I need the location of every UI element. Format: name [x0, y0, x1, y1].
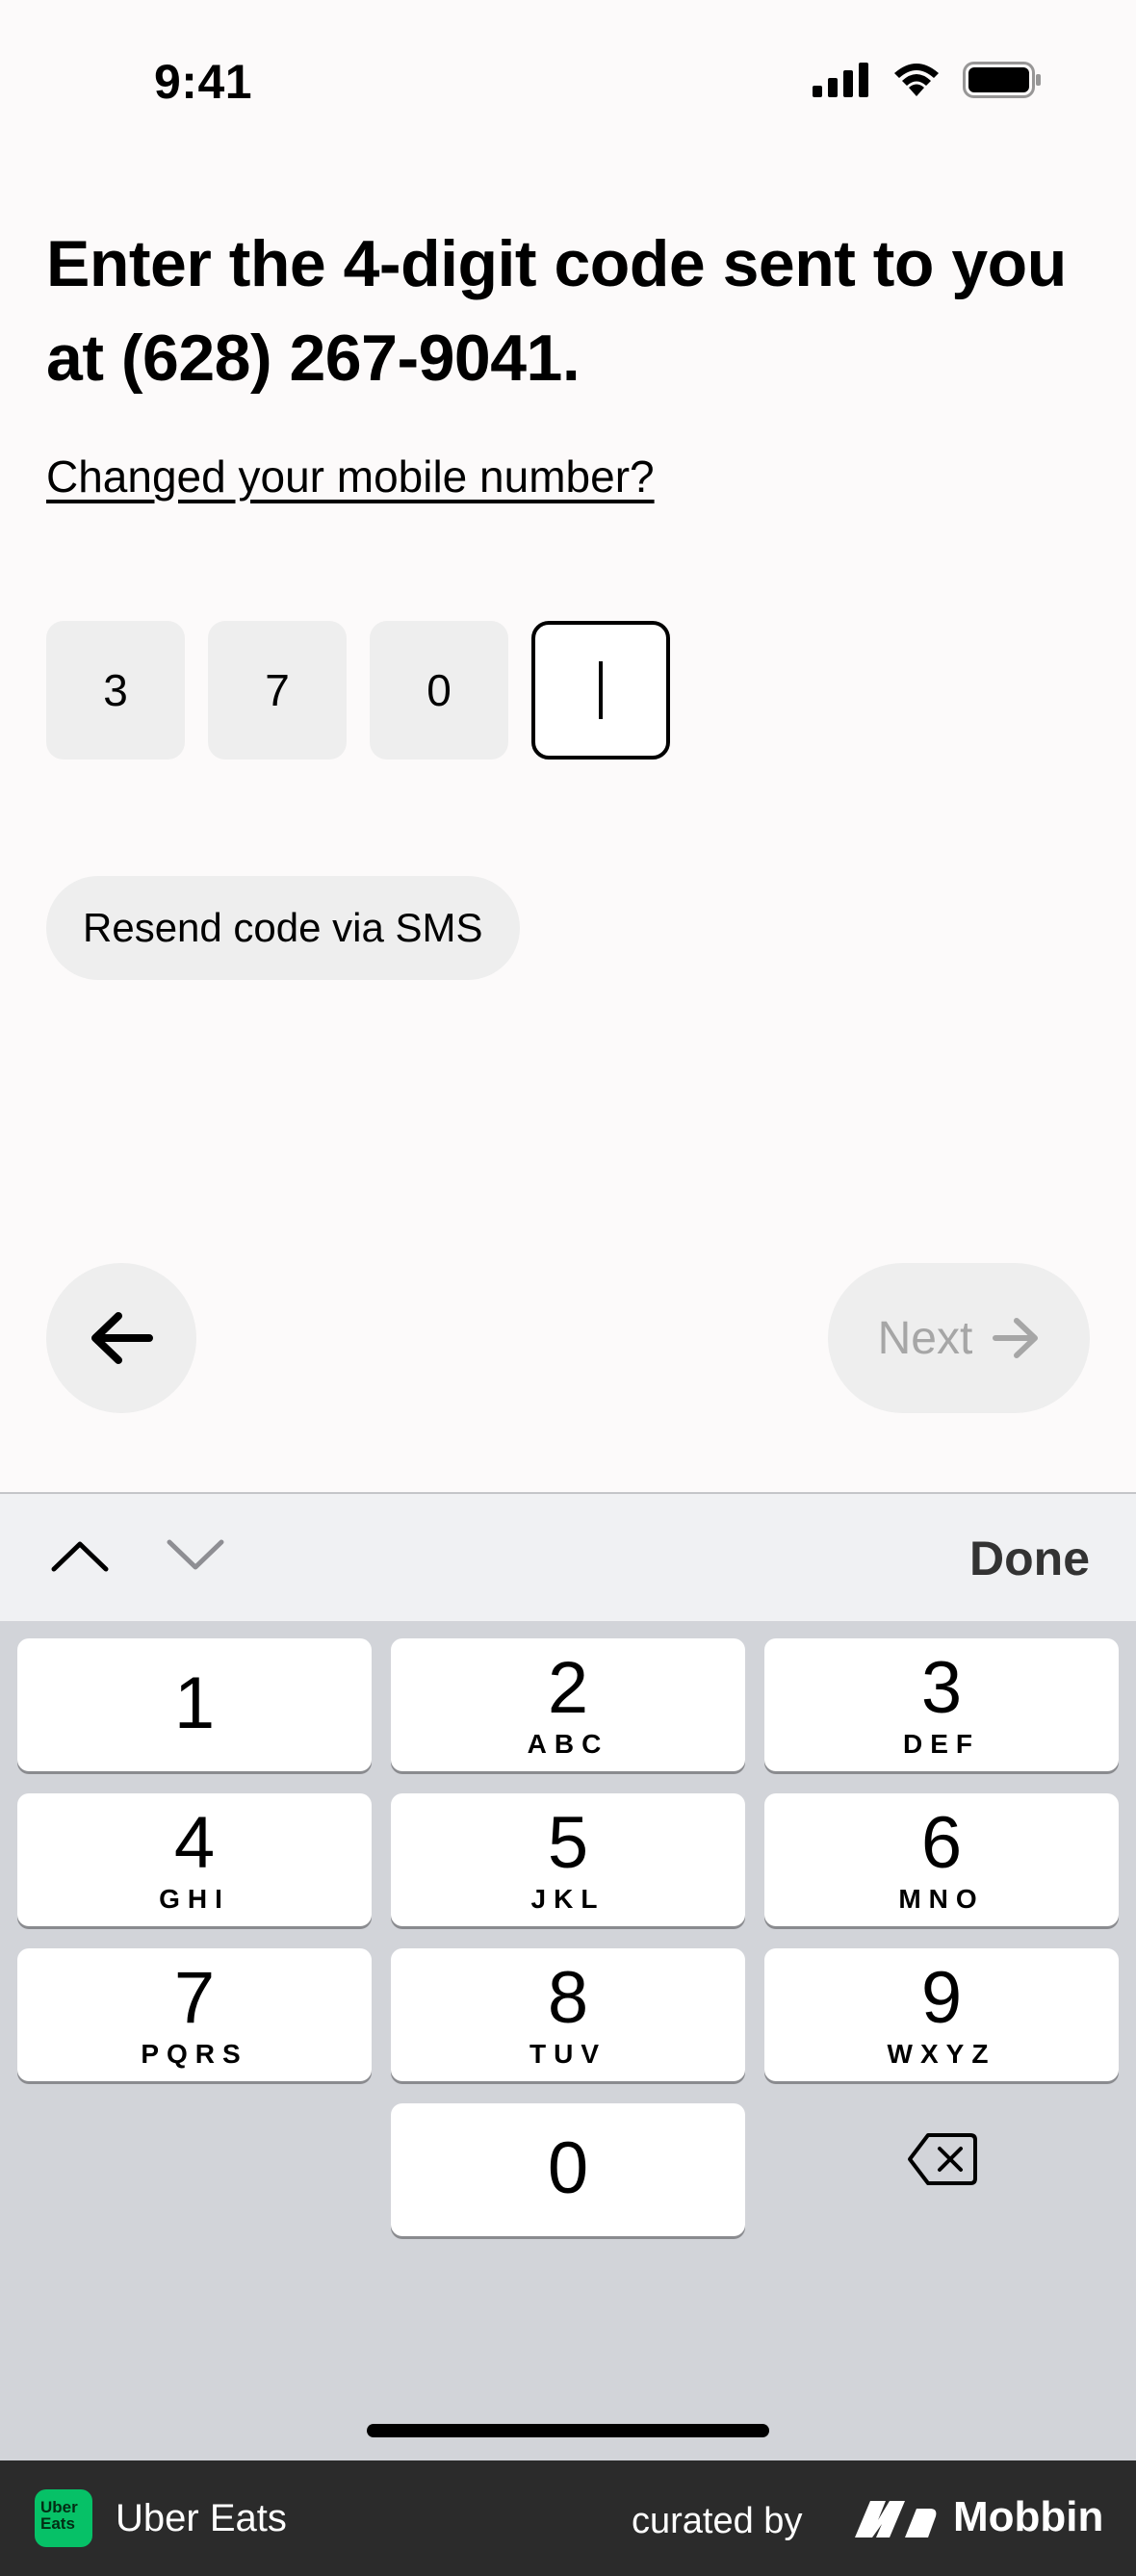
- arrow-left-icon: [91, 1312, 153, 1364]
- key-2[interactable]: 2 ABC: [391, 1638, 745, 1771]
- key-number: 8: [547, 1957, 589, 2039]
- key-9[interactable]: 9 WXYZ: [764, 1948, 1119, 2081]
- page-title: Enter the 4-digit code sent to you at (6…: [46, 227, 1067, 395]
- key-number: 0: [547, 2127, 589, 2209]
- uber-eats-app-logo: Uber Eats: [35, 2489, 92, 2547]
- wifi-icon: [894, 64, 939, 96]
- key-letters: TUV: [529, 2039, 607, 2069]
- key-number: 9: [920, 1957, 963, 2039]
- changed-number-link[interactable]: Changed your mobile number?: [46, 451, 655, 502]
- key-letters: JKL: [530, 1884, 606, 1914]
- key-number: 6: [920, 1802, 963, 1884]
- key-7[interactable]: 7 PQRS: [17, 1948, 372, 2081]
- key-0[interactable]: 0: [391, 2103, 745, 2236]
- cellular-signal-icon: [813, 63, 868, 97]
- battery-icon: [963, 62, 1041, 98]
- next-button-label: Next: [877, 1312, 973, 1364]
- key-letters: DEF: [903, 1729, 980, 1759]
- back-button[interactable]: [46, 1263, 196, 1413]
- code-digit-2[interactable]: 7: [208, 621, 347, 760]
- curated-by-label: curated by: [632, 2501, 803, 2541]
- backspace-icon[interactable]: [907, 2132, 978, 2186]
- key-letters: WXYZ: [887, 2039, 996, 2069]
- chevron-down-icon[interactable]: [166, 1536, 225, 1575]
- mobbin-brand-name: Mobbin: [953, 2493, 1104, 2540]
- key-number: 1: [173, 1662, 216, 1744]
- footer-app-name: Uber Eats: [116, 2497, 287, 2539]
- next-button[interactable]: Next: [828, 1263, 1090, 1413]
- key-number: 5: [547, 1802, 589, 1884]
- key-3[interactable]: 3 DEF: [764, 1638, 1119, 1771]
- status-time: 9:41: [154, 55, 253, 109]
- code-digit-1[interactable]: 3: [46, 621, 185, 760]
- key-letters: ABC: [527, 1729, 609, 1759]
- status-bar: 9:41: [0, 0, 1136, 144]
- key-6[interactable]: 6 MNO: [764, 1793, 1119, 1926]
- key-1[interactable]: 1: [17, 1638, 372, 1771]
- key-letters: MNO: [898, 1884, 985, 1914]
- mobbin-logo-icon: [855, 2501, 937, 2537]
- arrow-right-icon: [993, 1318, 1039, 1358]
- key-number: 4: [173, 1802, 216, 1884]
- key-8[interactable]: 8 TUV: [391, 1948, 745, 2081]
- footer-bar: Uber Eats Uber Eats curated by Mobbin: [0, 2460, 1136, 2576]
- key-4[interactable]: 4 GHI: [17, 1793, 372, 1926]
- key-number: 3: [920, 1647, 963, 1729]
- status-icons: [813, 62, 1042, 98]
- resend-code-button[interactable]: Resend code via SMS: [46, 876, 520, 980]
- chevron-up-icon[interactable]: [50, 1536, 110, 1575]
- key-number: 7: [173, 1957, 216, 2039]
- key-letters: GHI: [159, 1884, 230, 1914]
- code-digit-3[interactable]: 0: [370, 621, 508, 760]
- key-number: 2: [547, 1647, 589, 1729]
- text-caret: [599, 661, 603, 719]
- key-5[interactable]: 5 JKL: [391, 1793, 745, 1926]
- keyboard-done-button[interactable]: Done: [969, 1531, 1090, 1586]
- key-letters: PQRS: [141, 2039, 248, 2069]
- keyboard-toolbar: Done: [0, 1494, 1136, 1621]
- code-digit-4-focused[interactable]: [531, 621, 670, 760]
- home-indicator: [367, 2424, 769, 2437]
- code-input-group[interactable]: 3 7 0: [46, 621, 670, 760]
